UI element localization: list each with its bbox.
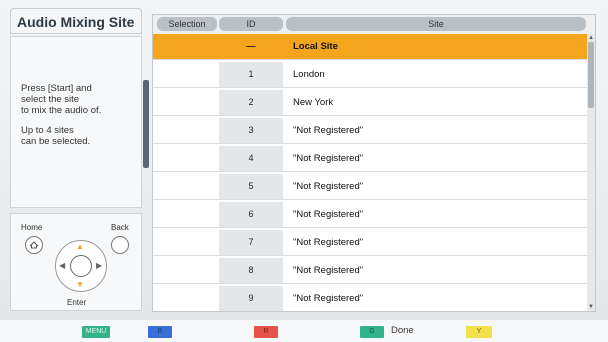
table-scrollbar[interactable]: ▲ ▼: [587, 34, 595, 311]
row-id: 7: [219, 230, 283, 255]
table-row[interactable]: 6 "Not Registered": [153, 202, 589, 228]
enter-label: Enter: [67, 298, 87, 307]
table-row[interactable]: 1 London: [153, 62, 589, 88]
menu-key[interactable]: MENU: [82, 326, 110, 338]
instruction-text-2: Up to 4 sites can be selected.: [21, 125, 91, 147]
scrollbar-thumb[interactable]: [588, 42, 594, 108]
row-site: "Not Registered": [293, 181, 364, 192]
audio-mixing-site-screen: Audio Mixing Site Press [Start] and sele…: [0, 0, 608, 342]
table-row[interactable]: 8 "Not Registered": [153, 258, 589, 284]
row-id: 2: [219, 90, 283, 115]
table-row[interactable]: 5 "Not Registered": [153, 174, 589, 200]
remote-guide: Home Back ▲ ▼ ◀ ▶ Enter: [10, 213, 142, 311]
table-header: Selection ID Site: [153, 15, 595, 34]
row-site: London: [293, 69, 325, 80]
row-site: "Not Registered": [293, 293, 364, 304]
down-arrow-icon: ▼: [76, 280, 84, 289]
column-header-site: Site: [286, 17, 586, 31]
table-row[interactable]: 9 "Not Registered": [153, 286, 589, 311]
table-row[interactable]: 7 "Not Registered": [153, 230, 589, 256]
column-header-id: ID: [219, 17, 283, 31]
row-site: "Not Registered": [293, 237, 364, 248]
row-id: 6: [219, 202, 283, 227]
left-arrow-icon: ◀: [59, 261, 66, 270]
home-label: Home: [21, 223, 43, 232]
done-label: Done: [391, 325, 414, 336]
row-site: New York: [293, 97, 334, 108]
row-site: Local Site: [293, 41, 338, 52]
row-id: —: [219, 34, 283, 59]
yellow-y-key[interactable]: Y: [466, 326, 492, 338]
table-row[interactable]: 2 New York: [153, 90, 589, 116]
instructions-panel: Press [Start] and select the site to mix…: [10, 36, 142, 208]
scroll-up-icon[interactable]: ▲: [587, 34, 595, 42]
row-site: "Not Registered": [293, 265, 364, 276]
table-row[interactable]: 3 "Not Registered": [153, 118, 589, 144]
green-g-key[interactable]: G: [360, 326, 384, 338]
right-arrow-icon: ▶: [96, 261, 103, 270]
scroll-down-icon[interactable]: ▼: [587, 303, 595, 311]
enter-button-icon: [70, 255, 92, 277]
home-icon: [25, 236, 43, 254]
table-row[interactable]: — Local Site: [153, 34, 589, 60]
row-id: 3: [219, 118, 283, 143]
up-arrow-icon: ▲: [76, 242, 84, 251]
row-id: 9: [219, 286, 283, 311]
row-id: 1: [219, 62, 283, 87]
row-id: 8: [219, 258, 283, 283]
row-site: "Not Registered": [293, 153, 364, 164]
row-id: 4: [219, 146, 283, 171]
site-table: Selection ID Site — Local Site 1 London …: [152, 14, 596, 312]
row-id: 5: [219, 174, 283, 199]
dpad-icon: ▲ ▼ ◀ ▶: [55, 240, 107, 292]
row-site: "Not Registered": [293, 209, 364, 220]
red-r-key[interactable]: R: [254, 326, 278, 338]
column-header-selection: Selection: [157, 17, 217, 31]
key-guide-bar: MENU B R G Done Y: [0, 320, 608, 342]
blue-b-key[interactable]: B: [148, 326, 172, 338]
page-title: Audio Mixing Site: [10, 8, 142, 34]
table-row[interactable]: 4 "Not Registered": [153, 146, 589, 172]
panel-divider: [143, 80, 149, 168]
back-icon: [111, 236, 129, 254]
instruction-text-1: Press [Start] and select the site to mix…: [21, 83, 102, 116]
row-site: "Not Registered": [293, 125, 364, 136]
back-label: Back: [111, 223, 129, 232]
